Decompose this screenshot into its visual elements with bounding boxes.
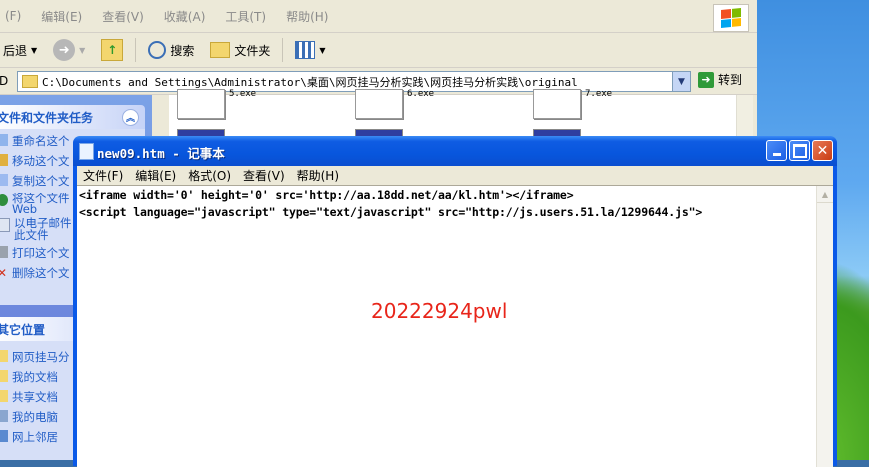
text-line: <script language="javascript" type="text… bbox=[79, 205, 703, 219]
search-label: 搜索 bbox=[170, 43, 195, 58]
forward-arrow-icon: ➜ bbox=[53, 39, 76, 61]
back-label: 后退 bbox=[3, 43, 28, 58]
chevron-down-icon[interactable]: ▼ bbox=[31, 46, 37, 55]
task-label: 以电子邮件此文件 bbox=[14, 217, 72, 242]
file-name[interactable]: 5.exe bbox=[229, 89, 256, 99]
np-menu-format[interactable]: 格式(O) bbox=[182, 167, 237, 184]
up-folder-icon: ↑ bbox=[101, 39, 124, 61]
delete-icon: ✕ bbox=[0, 266, 8, 280]
place-label: 网页挂马分 bbox=[12, 350, 70, 364]
np-menu-file[interactable]: 文件(F) bbox=[77, 167, 129, 184]
minimize-icon bbox=[772, 153, 781, 156]
notepad-icon bbox=[79, 143, 94, 160]
np-menu-edit[interactable]: 编辑(E) bbox=[129, 167, 182, 184]
rename-icon bbox=[0, 134, 8, 146]
menu-file[interactable]: (F) bbox=[0, 9, 31, 23]
network-icon bbox=[0, 430, 8, 442]
chevron-down-icon[interactable]: ▼ bbox=[79, 46, 85, 55]
explorer-toolbar: 后退 ▼ ➜ ▼ ↑ 搜索 文件夹 ▼ bbox=[0, 33, 757, 68]
address-path: C:\Documents and Settings\Administrator\… bbox=[42, 75, 578, 89]
chevron-down-icon[interactable]: ▼ bbox=[319, 46, 325, 55]
menu-favorites[interactable]: 收藏(A) bbox=[154, 8, 216, 25]
file-thumbnail[interactable] bbox=[177, 89, 225, 119]
notepad-window: new09.htm - 记事本 ✕ 文件(F) 编辑(E) 格式(O) 查看(V… bbox=[73, 136, 837, 467]
move-icon bbox=[0, 154, 8, 166]
menu-edit[interactable]: 编辑(E) bbox=[31, 8, 92, 25]
file-name[interactable]: 7.exe bbox=[585, 89, 612, 99]
email-icon bbox=[0, 218, 10, 232]
shared-folder-icon bbox=[0, 390, 8, 402]
computer-icon bbox=[0, 410, 8, 422]
place-label: 网上邻居 bbox=[12, 430, 58, 444]
notepad-text-area[interactable]: <iframe width='0' height='0' src='http:/… bbox=[77, 185, 833, 467]
go-button[interactable]: ➜ 转到 bbox=[698, 71, 742, 88]
address-label: D bbox=[0, 74, 9, 88]
forward-button[interactable]: ➜ ▼ bbox=[45, 39, 93, 61]
windows-logo-icon bbox=[713, 4, 749, 32]
place-label: 我的电脑 bbox=[12, 410, 58, 424]
np-menu-view[interactable]: 查看(V) bbox=[237, 167, 291, 184]
search-button[interactable]: 搜索 bbox=[140, 41, 202, 59]
folder-icon bbox=[22, 75, 38, 88]
folder-icon bbox=[210, 42, 231, 58]
explorer-menubar: (F) 编辑(E) 查看(V) 收藏(A) 工具(T) 帮助(H) bbox=[0, 0, 757, 33]
folders-label: 文件夹 bbox=[234, 43, 271, 58]
file-thumbnail[interactable] bbox=[533, 89, 581, 119]
go-label: 转到 bbox=[718, 73, 743, 87]
up-folder-button[interactable]: ↑ bbox=[93, 39, 131, 61]
scroll-up-icon[interactable]: ▲ bbox=[817, 186, 833, 203]
notepad-menubar: 文件(F) 编辑(E) 格式(O) 查看(V) 帮助(H) bbox=[77, 166, 833, 185]
close-button[interactable]: ✕ bbox=[812, 140, 833, 161]
task-label: 重命名这个 bbox=[12, 134, 70, 148]
maximize-icon bbox=[792, 143, 807, 158]
notepad-titlebar[interactable]: new09.htm - 记事本 ✕ bbox=[73, 136, 837, 166]
minimize-button[interactable] bbox=[766, 140, 787, 161]
notepad-vertical-scrollbar[interactable]: ▲ bbox=[816, 186, 833, 467]
views-button[interactable]: ▼ bbox=[287, 41, 333, 59]
menu-view[interactable]: 查看(V) bbox=[92, 8, 154, 25]
chevron-down-icon[interactable]: ▼ bbox=[672, 72, 690, 91]
task-label: 复制这个文 bbox=[12, 174, 70, 188]
file-thumbnail[interactable] bbox=[355, 89, 403, 119]
documents-icon bbox=[0, 370, 8, 382]
toolbar-divider bbox=[282, 38, 284, 62]
search-icon bbox=[148, 41, 167, 59]
copy-icon bbox=[0, 174, 8, 186]
toolbar-divider bbox=[135, 38, 137, 62]
printer-icon bbox=[0, 246, 8, 258]
file-tasks-header[interactable]: 文件和文件夹任务 ︽ bbox=[0, 105, 145, 129]
close-icon: ✕ bbox=[816, 142, 829, 159]
other-places-title: 其它位置 bbox=[0, 322, 46, 337]
task-label: 将这个文件Web bbox=[12, 193, 70, 216]
menu-tools[interactable]: 工具(T) bbox=[215, 8, 276, 25]
watermark-text: 20222924pwl bbox=[371, 299, 508, 323]
np-menu-help[interactable]: 帮助(H) bbox=[291, 167, 345, 184]
file-name[interactable]: 6.exe bbox=[407, 89, 434, 99]
globe-icon bbox=[0, 194, 8, 206]
collapse-icon[interactable]: ︽ bbox=[122, 109, 139, 126]
folder-icon bbox=[0, 350, 8, 362]
maximize-button[interactable] bbox=[789, 140, 810, 161]
views-icon bbox=[295, 41, 316, 59]
notepad-title: new09.htm - 记事本 bbox=[97, 146, 225, 161]
text-line: <iframe width='0' height='0' src='http:/… bbox=[79, 188, 574, 202]
back-button[interactable]: 后退 ▼ bbox=[0, 42, 45, 59]
task-label: 移动这个文 bbox=[12, 154, 70, 168]
place-label: 共享文档 bbox=[12, 390, 58, 404]
folders-button[interactable]: 文件夹 bbox=[202, 42, 278, 59]
place-label: 我的文档 bbox=[12, 370, 58, 384]
go-arrow-icon: ➜ bbox=[698, 71, 714, 88]
task-label: 打印这个文 bbox=[12, 246, 70, 260]
file-tasks-title: 文件和文件夹任务 bbox=[0, 110, 94, 125]
task-label: 删除这个文 bbox=[12, 266, 70, 280]
menu-help[interactable]: 帮助(H) bbox=[276, 8, 338, 25]
